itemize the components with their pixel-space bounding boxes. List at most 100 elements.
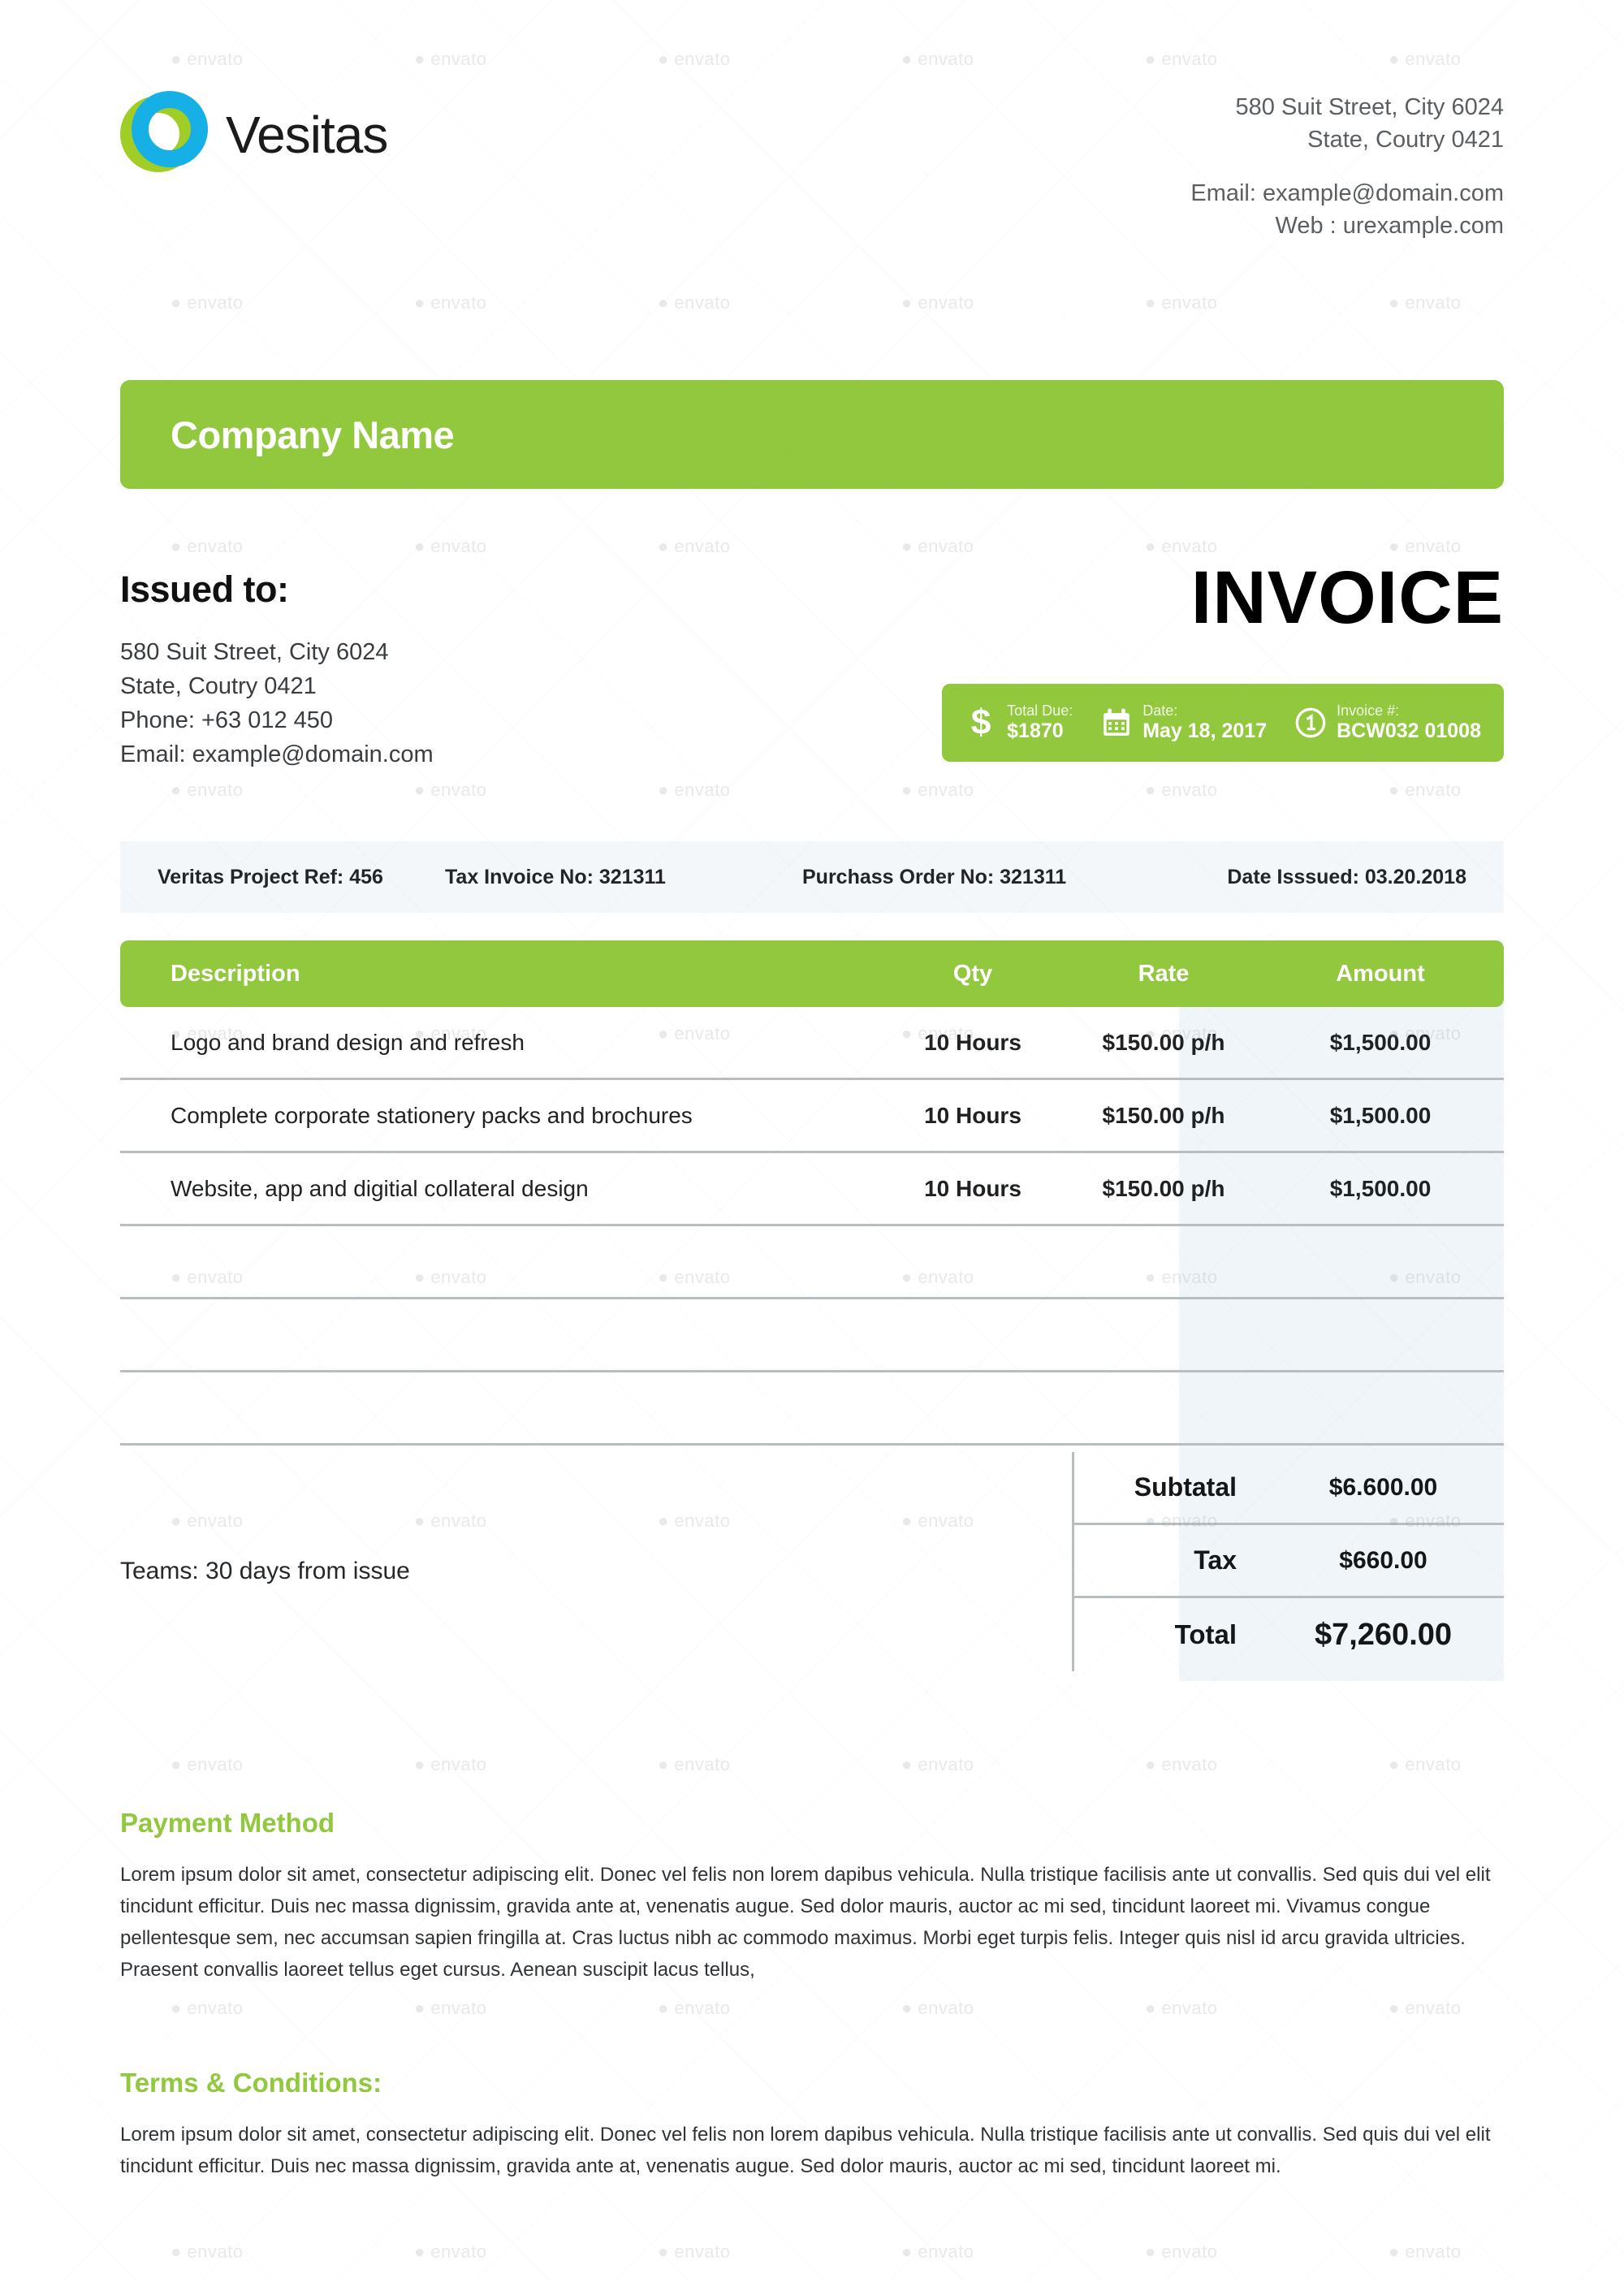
- issued-to-address-line-2: State, Coutry 0421: [120, 673, 317, 700]
- column-header-description: Description: [171, 960, 300, 987]
- watermark-text: ● envato: [171, 780, 244, 800]
- watermark-text: ● envato: [1145, 780, 1218, 800]
- issued-to-title: Issued to:: [120, 568, 289, 610]
- total-value: $7,260.00: [1314, 1617, 1453, 1652]
- cell-qty: 10 Hours: [924, 1029, 1021, 1055]
- watermark-text: ● envato: [414, 536, 487, 556]
- reference-strip: Veritas Project Ref: 456 Tax Invoice No:…: [120, 841, 1504, 913]
- terms-conditions-body: Lorem ipsum dolor sit amet, consectetur …: [120, 2124, 1491, 2177]
- meta-value-date: May 18, 2017: [1142, 720, 1268, 743]
- project-ref: Veritas Project Ref: 456: [158, 865, 383, 888]
- table-row: Complete corporate stationery packs and …: [120, 1080, 1504, 1153]
- watermark-text: ● envato: [1145, 536, 1218, 556]
- table-row: Website, app and digitial collateral des…: [120, 1153, 1504, 1226]
- meta-text: Total Due: $1870: [1007, 702, 1073, 744]
- watermark-text: ● envato: [901, 536, 974, 556]
- page-header: Vesitas 580 Suit Street, City 6024 State…: [0, 78, 1624, 239]
- column-header-amount: Amount: [1336, 960, 1425, 987]
- cell-description: Website, app and digitial collateral des…: [171, 1175, 589, 1201]
- subtotal-label: Subtatal: [1134, 1472, 1237, 1502]
- items-table: Description Qty Rate Amount Logo and bra…: [120, 940, 1504, 1446]
- watermark-text: ● envato: [1389, 49, 1462, 69]
- terms-conditions-section: Terms & Conditions: Lorem ipsum dolor si…: [120, 2068, 1504, 2183]
- totals-row-tax: Tax $660.00: [1074, 1525, 1504, 1598]
- watermark-text: ● envato: [1145, 1754, 1218, 1774]
- company-email: Email: example@domain.com: [1190, 180, 1504, 207]
- payment-method-section: Payment Method Lorem ipsum dolor sit ame…: [120, 1808, 1504, 1986]
- table-row: [120, 1299, 1504, 1372]
- table-row: [120, 1226, 1504, 1299]
- company-contact-block: 580 Suit Street, City 6024 State, Coutry…: [1190, 91, 1504, 242]
- tax-value: $660.00: [1339, 1546, 1427, 1574]
- meta-key-date: Date:: [1142, 702, 1178, 719]
- watermark-text: ● envato: [901, 780, 974, 800]
- meta-value-total-due: $1870: [1007, 720, 1064, 743]
- cell-amount: $1,500.00: [1329, 1175, 1432, 1201]
- meta-key-total-due: Total Due:: [1007, 702, 1073, 719]
- watermark-text: ● envato: [658, 1511, 731, 1531]
- watermark-text: ● envato: [414, 1754, 487, 1774]
- watermark-text: ● envato: [414, 1511, 487, 1531]
- issued-to-block: Issued to: 580 Suit Street, City 6024 St…: [120, 568, 434, 771]
- watermark-text: ● envato: [171, 292, 244, 313]
- watermark-text: ● envato: [1389, 1754, 1462, 1774]
- watermark-text: ● envato: [1389, 292, 1462, 313]
- meta-item-total-due: $ Total Due: $1870: [965, 702, 1073, 744]
- date-issued: Date Isssued: 03.20.2018: [1227, 865, 1466, 888]
- tax-label: Tax: [1194, 1545, 1237, 1575]
- watermark-text: ● envato: [414, 780, 487, 800]
- watermark-text: ● envato: [1145, 1998, 1218, 2018]
- cell-description: Complete corporate stationery packs and …: [171, 1102, 693, 1128]
- double-ring-logo-icon: [120, 91, 208, 179]
- watermark-text: ● envato: [658, 536, 731, 556]
- brand-name: Vesitas: [226, 106, 388, 164]
- meta-item-invoice-number: Invoice #: BCW032 01008: [1294, 702, 1481, 744]
- watermark-text: ● envato: [171, 1998, 244, 2018]
- circled-one-icon: [1294, 705, 1327, 741]
- watermark-text: ● envato: [171, 2241, 244, 2262]
- cell-amount: $1,500.00: [1329, 1102, 1432, 1128]
- dollar-sign-icon: $: [970, 702, 991, 742]
- watermark-text: ● envato: [658, 49, 731, 69]
- company-address-line-2: State, Coutry 0421: [1307, 127, 1504, 153]
- watermark-text: ● envato: [171, 536, 244, 556]
- invoice-meta-bar: $ Total Due: $1870 Date: May 18, 2017 In…: [942, 684, 1504, 762]
- purchase-order-no: Purchass Order No: 321311: [802, 865, 1067, 888]
- total-label: Total: [1174, 1619, 1237, 1649]
- company-web: Web : urexample.com: [1275, 213, 1504, 240]
- logo-ring-blue-icon: [132, 91, 208, 167]
- invoice-title: INVOICE: [1190, 556, 1504, 639]
- issued-to-phone: Phone: +63 012 450: [120, 707, 334, 734]
- meta-text: Date: May 18, 2017: [1142, 702, 1267, 744]
- column-header-qty: Qty: [952, 960, 993, 987]
- brand: Vesitas: [120, 91, 388, 179]
- totals-row-subtotal: Subtatal $6.600.00: [1074, 1452, 1504, 1525]
- meta-value-invoice-number: BCW032 01008: [1337, 720, 1481, 743]
- cell-rate: $150.00 p/h: [1102, 1029, 1225, 1055]
- watermark-text: ● envato: [658, 1998, 731, 2018]
- tax-invoice-no: Tax Invoice No: 321311: [445, 865, 666, 888]
- invoice-page: Vesitas 580 Suit Street, City 6024 State…: [0, 0, 1624, 2282]
- meta-text: Invoice #: BCW032 01008: [1337, 702, 1481, 744]
- cell-description: Logo and brand design and refresh: [171, 1029, 525, 1055]
- cell-rate: $150.00 p/h: [1102, 1175, 1225, 1201]
- company-name-label: Company Name: [171, 413, 455, 456]
- meta-key-invoice-number: Invoice #:: [1337, 702, 1400, 719]
- totals-block: Subtatal $6.600.00 Tax $660.00 Total $7,…: [1072, 1452, 1504, 1671]
- watermark-text: ● envato: [658, 292, 731, 313]
- terms-conditions-title: Terms & Conditions:: [120, 2068, 382, 2098]
- cell-qty: 10 Hours: [924, 1102, 1021, 1128]
- watermark-text: ● envato: [171, 49, 244, 69]
- payment-method-title: Payment Method: [120, 1808, 335, 1838]
- column-header-rate: Rate: [1138, 960, 1190, 987]
- watermark-text: ● envato: [1389, 780, 1462, 800]
- watermark-text: ● envato: [901, 1511, 974, 1531]
- watermark-text: ● envato: [1145, 2241, 1218, 2262]
- watermark-text: ● envato: [414, 1998, 487, 2018]
- table-row: Logo and brand design and refresh 10 Hou…: [120, 1007, 1504, 1080]
- company-address-line-1: 580 Suit Street, City 6024: [1235, 94, 1504, 120]
- watermark-text: ● envato: [171, 1754, 244, 1774]
- issued-to-email: Email: example@domain.com: [120, 741, 434, 768]
- watermark-text: ● envato: [901, 292, 974, 313]
- watermark-text: ● envato: [658, 780, 731, 800]
